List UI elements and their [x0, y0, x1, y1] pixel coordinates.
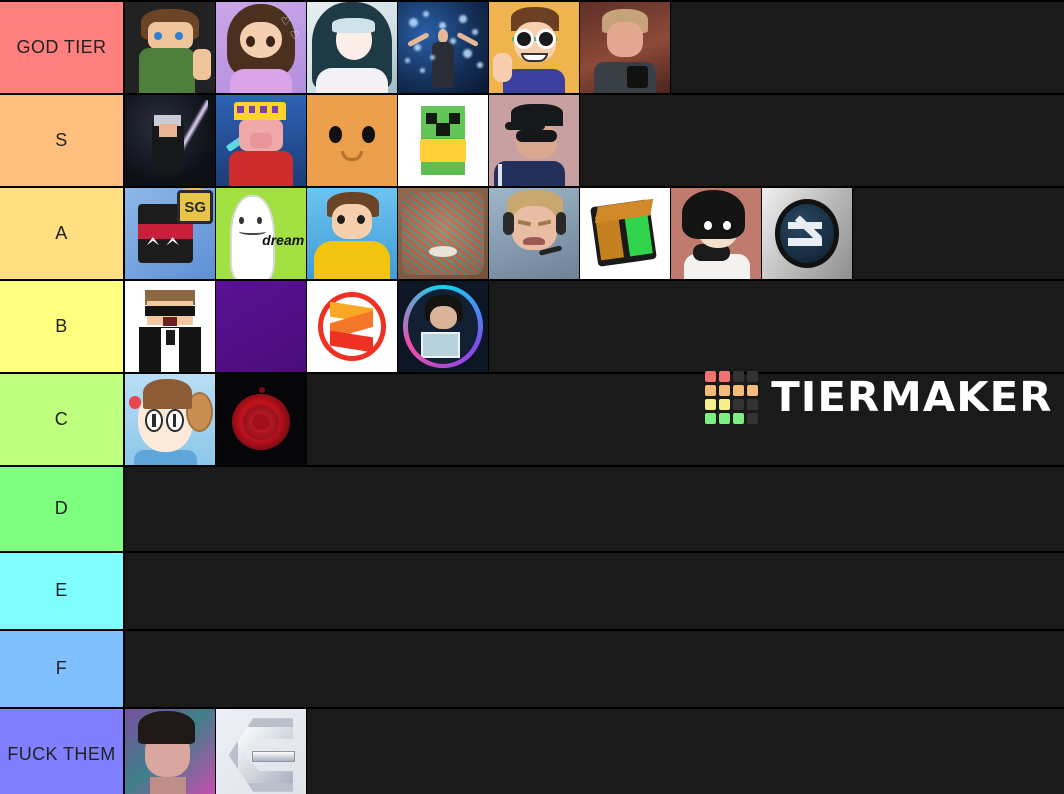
tier-label-god-tier[interactable]: GOD TIER: [0, 2, 125, 93]
tier-item-minecraft-suit-sunglasses[interactable]: [125, 281, 216, 372]
tier-item-plain-purple-tile[interactable]: [216, 281, 307, 372]
cap-sunglasses-guy-image: [489, 95, 579, 186]
tier-row-d: D: [0, 467, 1064, 553]
dream-white-blob-image: dream: [216, 188, 306, 279]
tier-item-cartoon-ram-big-eyes[interactable]: [125, 374, 216, 465]
tier-item-anime-girl-brown-hair[interactable]: ♡ ♡: [216, 2, 307, 93]
bokeh-dot: [450, 38, 457, 45]
tier-item-silver-circle-emblem[interactable]: [762, 188, 853, 279]
tier-items-e[interactable]: [125, 553, 1064, 629]
tier-items-s[interactable]: [125, 95, 1064, 186]
black-hair-cartoon-red-bg-image: [671, 188, 761, 279]
pig-king-with-sword-image: [216, 95, 306, 186]
silver-circle-emblem-image: [762, 188, 852, 279]
tier-label-b[interactable]: B: [0, 281, 125, 372]
tier-item-orange-blob-face[interactable]: [307, 95, 398, 186]
bokeh-dot: [419, 67, 425, 73]
tier-items-god-tier[interactable]: ♡ ♡: [125, 2, 1064, 93]
tier-row-c: C: [0, 374, 1064, 467]
tier-item-orange-z-logo-red-circle[interactable]: [307, 281, 398, 372]
tier-item-glitch-furry-animal[interactable]: [398, 188, 489, 279]
tier-item-pale-anime-teal-hair[interactable]: [307, 2, 398, 93]
silver-g-logo-image: [216, 709, 306, 794]
tier-row-s: S: [0, 95, 1064, 188]
anime-girl-brown-hair-image: ♡ ♡: [216, 2, 306, 93]
cartoon-goggles-peace-sign-image: [489, 2, 579, 93]
tier-item-cap-sunglasses-guy[interactable]: [489, 95, 580, 186]
tier-row-e: E: [0, 553, 1064, 631]
blond-guy-elevator-selfie-image: [580, 2, 670, 93]
tier-row-b: B: [0, 281, 1064, 374]
tier-item-red-rose-black-bg[interactable]: [216, 374, 307, 465]
tier-item-cartoon-boy-yellow-hoodie[interactable]: [307, 188, 398, 279]
bokeh-dot: [408, 18, 418, 28]
tier-item-concert-guy-arms-out[interactable]: [398, 2, 489, 93]
crying-boy-headset-image: [489, 188, 579, 279]
tier-items-d[interactable]: [125, 467, 1064, 551]
glitch-furry-animal-image: [398, 188, 488, 279]
tier-item-black-hair-cartoon-red-bg[interactable]: [671, 188, 762, 279]
tier-items-b[interactable]: [125, 281, 1064, 372]
dark-hooded-lightning-skin-image: [125, 95, 215, 186]
tier-item-creeper-gold-armor[interactable]: [398, 95, 489, 186]
bokeh-dot: [405, 58, 411, 64]
tier-item-kid-holding-photo-neon-ring[interactable]: [398, 281, 489, 372]
orange-blob-face-image: [307, 95, 397, 186]
pale-anime-teal-hair-image: [307, 2, 397, 93]
tier-row-god-tier: GOD TIER ♡ ♡: [0, 2, 1064, 95]
bokeh-dot: [439, 22, 447, 30]
tier-items-f[interactable]: [125, 631, 1064, 707]
tier-items-fuck-them[interactable]: [125, 709, 1064, 794]
tier-label-s[interactable]: S: [0, 95, 125, 186]
tier-item-cartoon-goggles-peace-sign[interactable]: [489, 2, 580, 93]
tier-label-d[interactable]: D: [0, 467, 125, 551]
tier-label-e[interactable]: E: [0, 553, 125, 629]
minecraft-suit-sunglasses-image: [125, 281, 215, 372]
purple-teal-gradient-guy-image: [125, 709, 215, 794]
tier-items-c[interactable]: [125, 374, 1064, 465]
tier-item-pig-king-with-sword[interactable]: [216, 95, 307, 186]
green-gold-cube-logo-image: [580, 188, 670, 279]
bokeh-dot: [471, 29, 478, 36]
tier-item-purple-teal-gradient-guy[interactable]: [125, 709, 216, 794]
plain-purple-tile-image: [216, 281, 306, 372]
tier-item-dark-hooded-lightning-skin[interactable]: [125, 95, 216, 186]
red-rose-black-bg-image: [216, 374, 306, 465]
tier-label-fuck-them[interactable]: FUCK THEM: [0, 709, 125, 794]
tier-item-crying-boy-headset[interactable]: [489, 188, 580, 279]
tier-label-f[interactable]: F: [0, 631, 125, 707]
cartoon-boy-yellow-hoodie-image: [307, 188, 397, 279]
tier-item-green-gold-cube-logo[interactable]: [580, 188, 671, 279]
bokeh-dot: [423, 11, 430, 18]
bokeh-dot: [459, 14, 468, 23]
dream-caption: dream: [262, 231, 305, 248]
bokeh-dot: [462, 49, 472, 59]
tier-item-dream-white-blob[interactable]: dream: [216, 188, 307, 279]
tier-item-silver-g-logo[interactable]: [216, 709, 307, 794]
creeper-gold-armor-image: [398, 95, 488, 186]
orange-z-logo-red-circle-image: [307, 281, 397, 372]
tier-items-a[interactable]: SG dream: [125, 188, 1064, 279]
tier-list-canvas: GOD TIER ♡ ♡ S A SG dream B C D E F FUCK THEM TIERMA…: [0, 0, 1064, 794]
tier-row-a: A SG dream: [0, 188, 1064, 281]
tier-label-a[interactable]: A: [0, 188, 125, 279]
concert-guy-arms-out-image: [398, 2, 488, 93]
tier-row-fuck-them: FUCK THEM: [0, 709, 1064, 794]
minecraft-boy-green-shirt-image: [125, 2, 215, 93]
tier-label-c[interactable]: C: [0, 374, 125, 465]
tier-item-minecraft-boy-green-shirt[interactable]: [125, 2, 216, 93]
tier-item-red-black-cube-sg-badge[interactable]: SG: [125, 188, 216, 279]
bokeh-dot: [414, 43, 422, 51]
kid-holding-photo-neon-ring-image: [398, 281, 488, 372]
tier-item-blond-guy-elevator-selfie[interactable]: [580, 2, 671, 93]
sg-badge: SG: [177, 189, 214, 225]
tier-row-f: F: [0, 631, 1064, 709]
red-black-cube-sg-badge-image: SG: [125, 188, 215, 279]
bokeh-dot: [477, 62, 484, 69]
cartoon-ram-big-eyes-image: [125, 374, 215, 465]
